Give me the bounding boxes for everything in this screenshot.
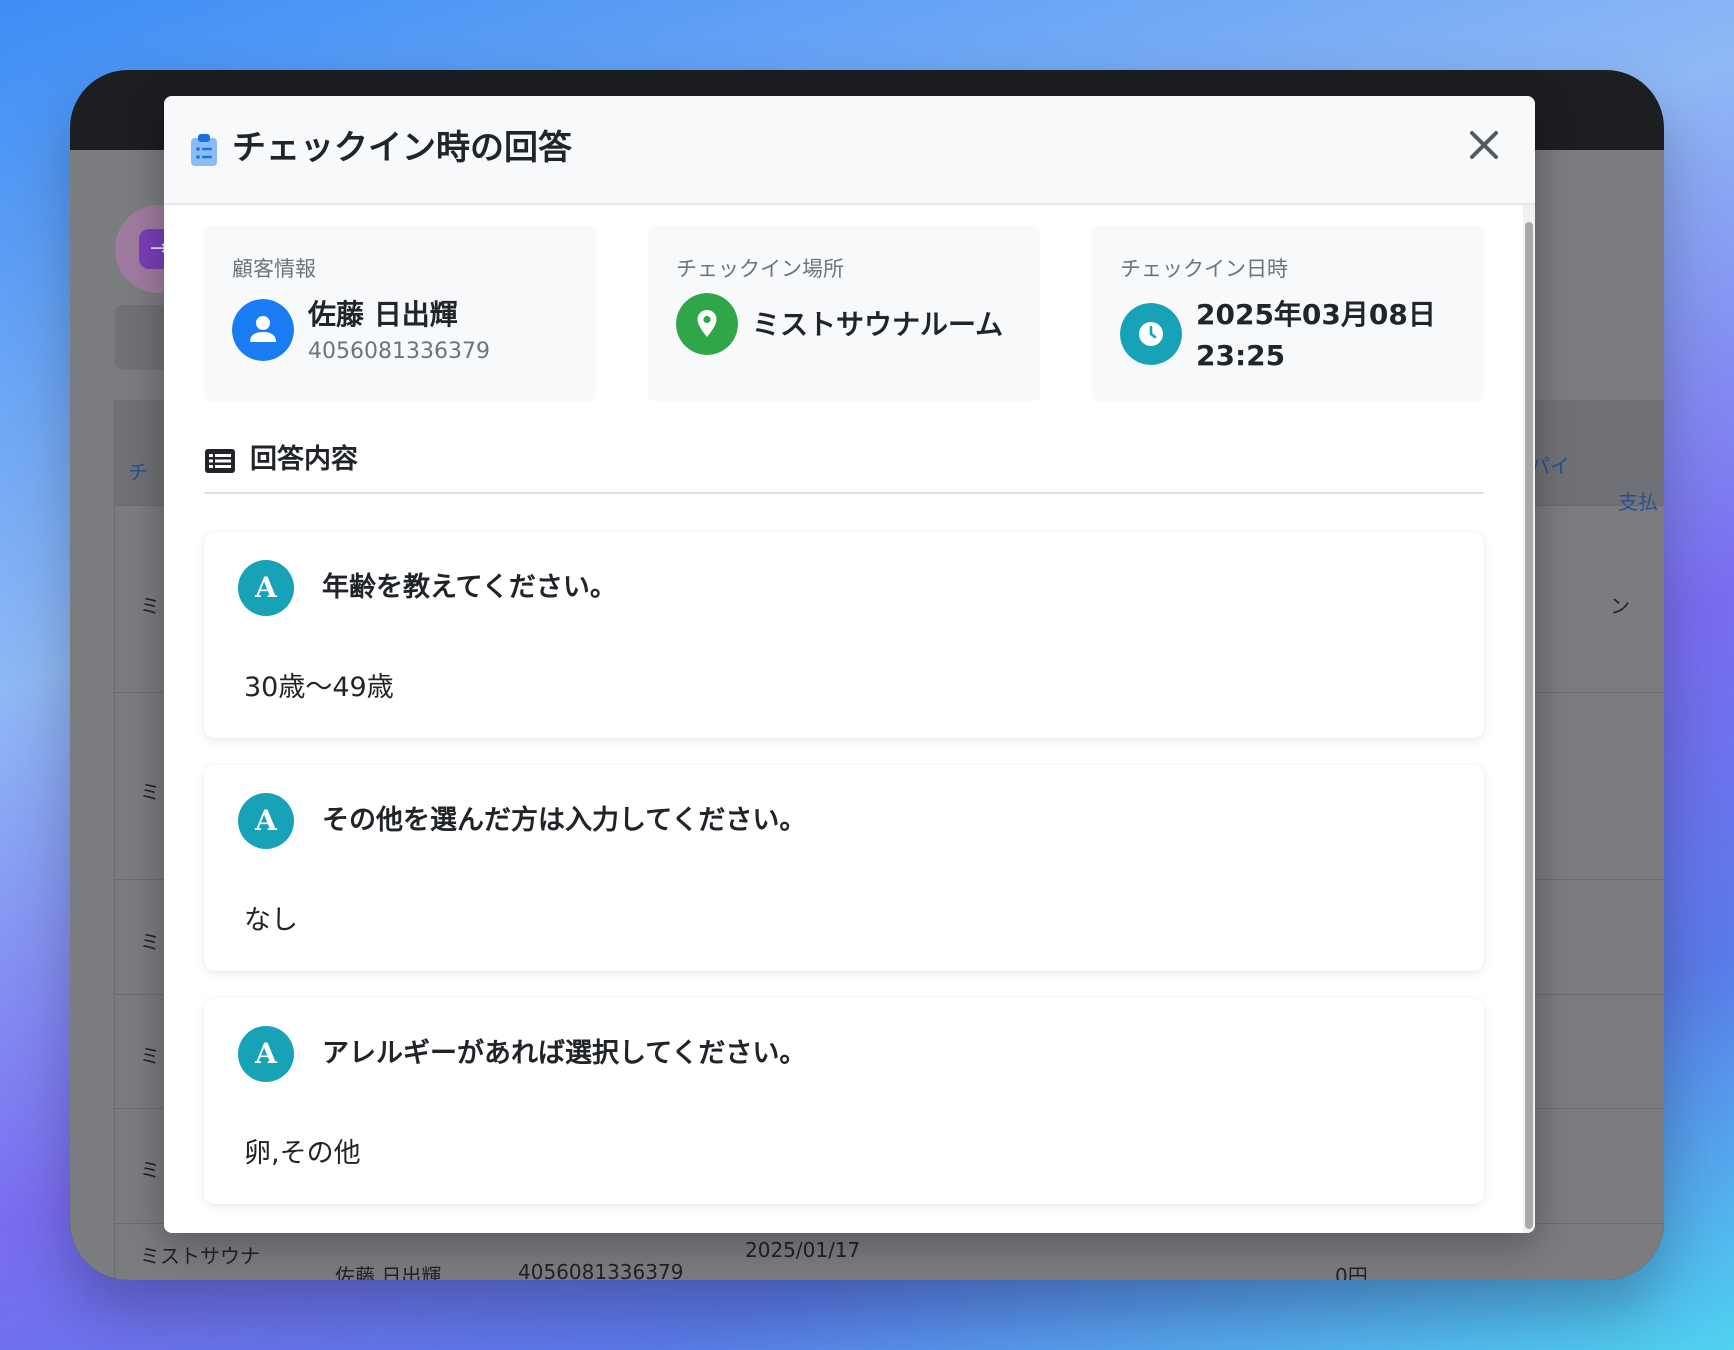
answer-avatar: A xyxy=(238,793,294,849)
background-header-text: 支払 xyxy=(1618,490,1658,514)
background-row-text: ミ xyxy=(140,594,160,618)
background-row-text: ミ xyxy=(140,930,160,954)
answer-text: なし xyxy=(244,905,298,936)
question-text: その他を選んだ方は入力してください。 xyxy=(322,805,807,836)
answer-text: 卵,その他 xyxy=(244,1138,361,1169)
clock-icon xyxy=(1120,303,1182,365)
background-row-text: ミ xyxy=(140,780,160,804)
modal-title: チェックイン時の回答 xyxy=(232,128,572,168)
answer-card: A その他を選んだ方は入力してください。 なし xyxy=(204,765,1484,971)
user-icon xyxy=(232,299,294,361)
background-row-text: ミ xyxy=(140,1158,160,1182)
background-row-text: ミ xyxy=(140,1044,160,1068)
checkin-time: 23:25 xyxy=(1196,339,1286,372)
customer-info-label: 顧客情報 xyxy=(232,257,316,281)
answer-card: A アレルギーがあれば選択してください。 卵,その他 xyxy=(204,998,1484,1204)
answer-text: 30歳〜49歳 xyxy=(244,672,394,703)
datetime-label: チェックイン日時 xyxy=(1120,257,1288,281)
close-icon[interactable] xyxy=(1461,122,1507,168)
background-row-id: 4056081336379 xyxy=(518,1260,684,1280)
background-row-text: ン xyxy=(1610,594,1630,618)
answer-avatar: A xyxy=(238,1026,294,1082)
list-icon xyxy=(205,449,235,473)
location-info-card: チェックイン場所 ミストサウナルーム xyxy=(648,225,1040,401)
question-text: アレルギーがあれば選択してください。 xyxy=(322,1038,807,1069)
background-row-amount: 0円 xyxy=(1335,1264,1368,1280)
background-row-facility: ミストサウナ xyxy=(140,1244,260,1268)
location-label: チェックイン場所 xyxy=(676,257,844,281)
map-pin-icon xyxy=(676,293,738,355)
background-row-name: 佐藤 日出輝 xyxy=(335,1264,442,1280)
background-header-text: チ xyxy=(128,460,148,484)
clipboard-icon xyxy=(191,134,217,166)
background-header-text: パイ xyxy=(1530,454,1570,478)
datetime-info-card: チェックイン日時 2025年03月08日 23:25 xyxy=(1092,225,1484,401)
customer-info-card: 顧客情報 佐藤 日出輝 4056081336379 xyxy=(204,225,596,401)
scrollbar-thumb[interactable] xyxy=(1525,222,1533,1229)
modal-header: チェックイン時の回答 xyxy=(164,96,1535,205)
answer-avatar: A xyxy=(238,560,294,616)
question-text: 年齢を教えてください。 xyxy=(322,572,617,603)
checkin-date: 2025年03月08日 xyxy=(1196,298,1436,331)
location-name: ミストサウナルーム xyxy=(752,308,1004,341)
customer-id: 4056081336379 xyxy=(308,339,490,364)
answer-card: A 年齢を教えてください。 30歳〜49歳 xyxy=(204,532,1484,738)
answers-section-header: 回答内容 xyxy=(204,442,1484,494)
background-row-date: 2025/01/17 xyxy=(745,1238,861,1262)
customer-name: 佐藤 日出輝 xyxy=(308,298,458,331)
checkin-answers-modal: チェックイン時の回答 顧客情報 佐藤 日出輝 4056081336379 チェッ… xyxy=(164,96,1535,1233)
answers-section-title: 回答内容 xyxy=(250,444,358,475)
